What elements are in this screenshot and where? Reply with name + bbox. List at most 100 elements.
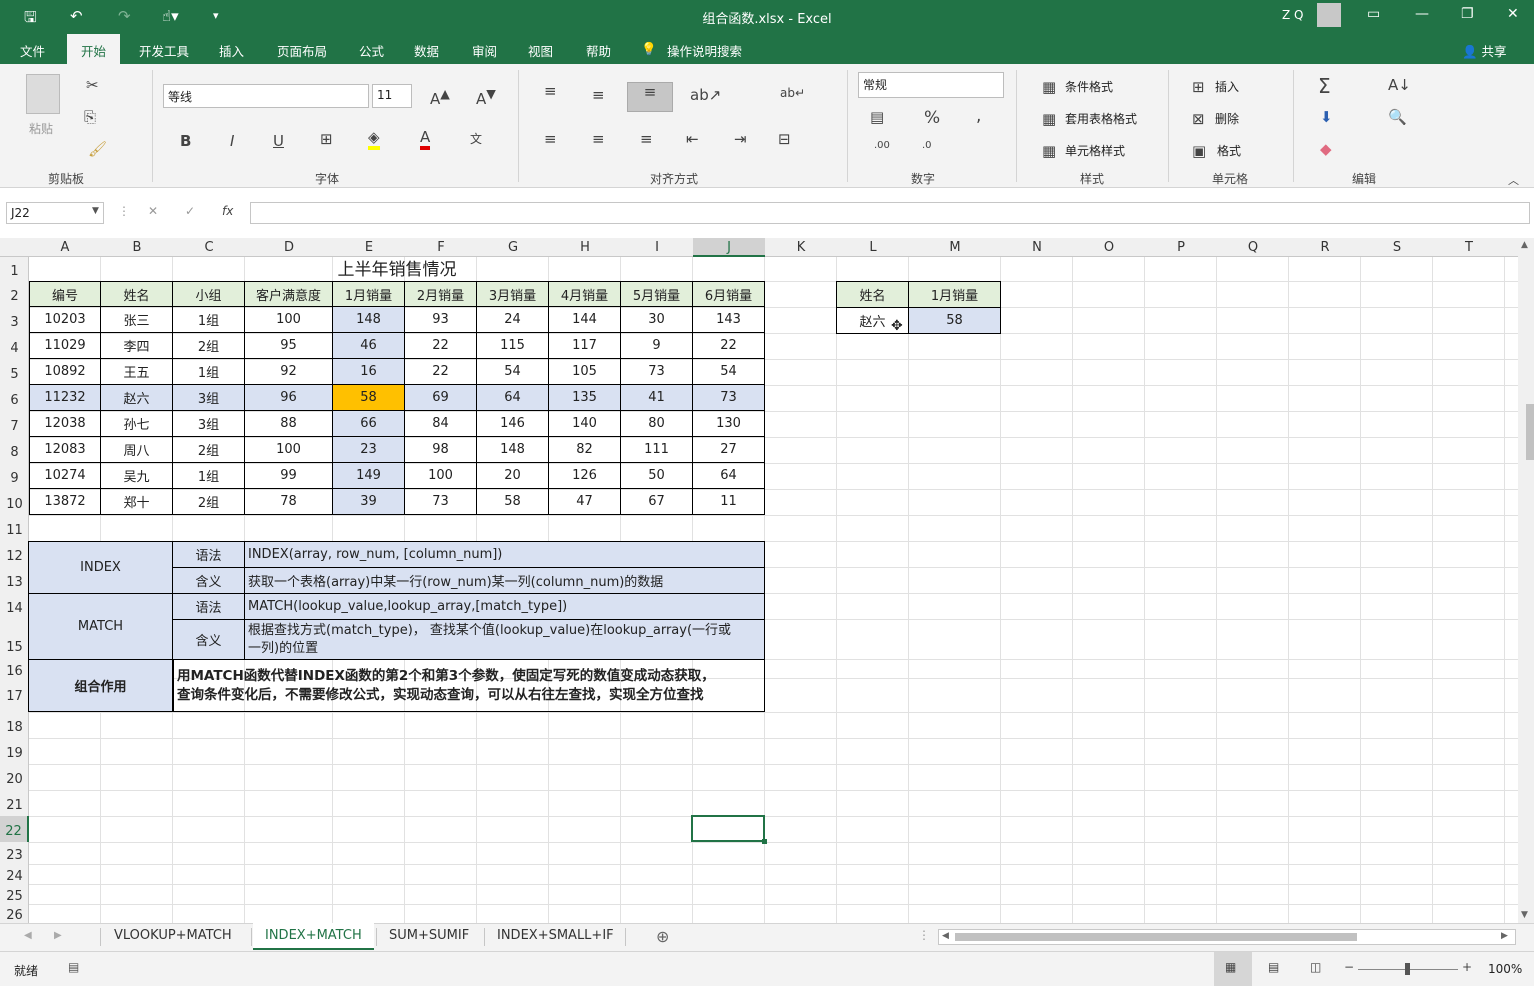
table-cell[interactable]: 16 [333, 359, 405, 385]
select-all-corner[interactable] [0, 238, 29, 257]
zoom-in-icon[interactable]: + [1462, 960, 1472, 974]
match-label[interactable]: MATCH [29, 594, 173, 660]
paste-button[interactable]: 粘贴 [29, 120, 53, 137]
match-syntax-text[interactable]: MATCH(lookup_value,lookup_array,[match_t… [245, 594, 765, 620]
tab-formulas[interactable]: 公式 [359, 41, 384, 60]
table-cell[interactable]: 22 [693, 333, 765, 359]
table-cell[interactable]: 111 [621, 437, 693, 463]
table-cell[interactable]: 148 [477, 437, 549, 463]
row-header[interactable]: 18 [0, 712, 29, 738]
row-header[interactable]: 9 [0, 463, 29, 489]
table-cell[interactable]: 69 [405, 385, 477, 411]
zoom-level[interactable]: 100% [1488, 962, 1522, 976]
scroll-left-icon[interactable]: ◀ [942, 931, 949, 941]
name-box-dropdown-icon[interactable]: ▼ [92, 206, 99, 216]
table-header-cell[interactable]: 2月销量 [405, 281, 477, 307]
scroll-right-icon[interactable]: ▶ [1501, 931, 1508, 941]
table-cell[interactable]: 146 [477, 411, 549, 437]
table-cell[interactable]: 11232 [29, 385, 101, 411]
increase-indent-icon[interactable]: ⇥ [734, 130, 747, 148]
sheet-tab[interactable]: INDEX+SMALL+IF [497, 928, 614, 943]
table-cell[interactable]: 23 [333, 437, 405, 463]
font-color-icon[interactable]: A [420, 128, 431, 150]
table-cell[interactable]: 54 [477, 359, 549, 385]
table-cell[interactable]: 24 [477, 307, 549, 333]
row-header[interactable]: 23 [0, 842, 29, 864]
row-header[interactable]: 25 [0, 884, 29, 904]
borders-icon[interactable]: ⊞ [320, 130, 333, 148]
table-header-cell[interactable]: 4月销量 [549, 281, 621, 307]
sheet-tab[interactable]: SUM+SUMIF [389, 928, 469, 943]
cell-styles-icon[interactable]: ▦ [1042, 142, 1056, 160]
font-size-select[interactable]: 11 [372, 84, 412, 108]
row-header[interactable]: 12 [0, 541, 29, 567]
close-icon[interactable]: ✕ [1507, 6, 1519, 22]
table-cell[interactable]: 135 [549, 385, 621, 411]
table-format-button[interactable]: 套用表格格式 [1065, 110, 1137, 127]
lookup-result-cell[interactable]: 58 [909, 308, 1001, 334]
table-cell[interactable]: 99 [245, 463, 333, 489]
table-cell[interactable]: 148 [333, 307, 405, 333]
underline-button[interactable]: U [273, 132, 284, 150]
prev-sheet-icon[interactable]: ◀ [24, 930, 32, 941]
row-header[interactable]: 8 [0, 437, 29, 463]
cancel-icon[interactable]: ✕ [148, 204, 158, 218]
column-header[interactable]: I [621, 238, 693, 257]
column-header[interactable]: R [1289, 238, 1361, 257]
table-cell[interactable]: 84 [405, 411, 477, 437]
tab-data[interactable]: 数据 [414, 41, 439, 60]
vertical-scrollbar[interactable]: ▲ ▼ [1518, 238, 1534, 923]
index-label[interactable]: INDEX [29, 541, 173, 594]
table-cell[interactable]: 1组 [173, 307, 245, 333]
table-cell[interactable]: 郑十 [101, 489, 173, 515]
table-cell[interactable]: 2组 [173, 489, 245, 515]
table-cell[interactable]: 93 [405, 307, 477, 333]
align-top-icon[interactable]: ≡ [544, 82, 557, 100]
table-cell[interactable]: 10203 [29, 307, 101, 333]
table-cell[interactable]: 3组 [173, 385, 245, 411]
table-cell[interactable]: 9 [621, 333, 693, 359]
table-cell[interactable]: 赵六 [101, 385, 173, 411]
table-cell[interactable]: 64 [477, 385, 549, 411]
tab-view[interactable]: 视图 [528, 41, 553, 60]
tab-home[interactable]: 开始 [67, 34, 121, 64]
table-cell[interactable]: 130 [693, 411, 765, 437]
combo-label[interactable]: 组合作用 [29, 660, 173, 712]
table-cell[interactable]: 149 [333, 463, 405, 489]
column-header[interactable]: K [765, 238, 837, 257]
table-cell[interactable]: 46 [333, 333, 405, 359]
table-cell[interactable]: 100 [245, 307, 333, 333]
row-header[interactable]: 11 [0, 515, 29, 541]
table-cell[interactable]: 1组 [173, 359, 245, 385]
table-cell[interactable]: 54 [693, 359, 765, 385]
row-header[interactable]: 24 [0, 864, 29, 884]
conditional-format-icon[interactable]: ▦ [1042, 78, 1056, 96]
paste-icon[interactable] [26, 74, 60, 114]
percent-icon[interactable]: % [924, 108, 940, 128]
combo-text[interactable]: 用MATCH函数代替INDEX函数的第2个和第3个参数，使固定写死的数值变成动态… [173, 660, 765, 712]
table-cell[interactable]: 41 [621, 385, 693, 411]
sheet-tab[interactable]: VLOOKUP+MATCH [114, 928, 232, 943]
page-break-icon[interactable]: ◫ [1310, 960, 1321, 974]
table-cell[interactable]: 13872 [29, 489, 101, 515]
row-header[interactable]: 20 [0, 764, 29, 790]
table-cell[interactable]: 115 [477, 333, 549, 359]
table-cell[interactable]: 1组 [173, 463, 245, 489]
tell-me-search[interactable]: 操作说明搜索 [667, 41, 742, 60]
autosum-icon[interactable]: Σ [1318, 74, 1331, 98]
table-cell[interactable]: 64 [693, 463, 765, 489]
table-cell[interactable]: 126 [549, 463, 621, 489]
table-cell[interactable]: 22 [405, 333, 477, 359]
row-header[interactable]: 7 [0, 411, 29, 437]
column-header[interactable]: C [173, 238, 245, 257]
table-cell[interactable]: 30 [621, 307, 693, 333]
row-header[interactable]: 4 [0, 333, 29, 359]
table-cell[interactable]: 11 [693, 489, 765, 515]
table-cell[interactable]: 孙七 [101, 411, 173, 437]
row-header[interactable]: 13 [0, 567, 29, 593]
row-header[interactable]: 19 [0, 738, 29, 764]
table-cell[interactable]: 22 [405, 359, 477, 385]
table-cell[interactable]: 李四 [101, 333, 173, 359]
table-header-cell[interactable]: 小组 [173, 281, 245, 307]
table-cell[interactable]: 100 [245, 437, 333, 463]
